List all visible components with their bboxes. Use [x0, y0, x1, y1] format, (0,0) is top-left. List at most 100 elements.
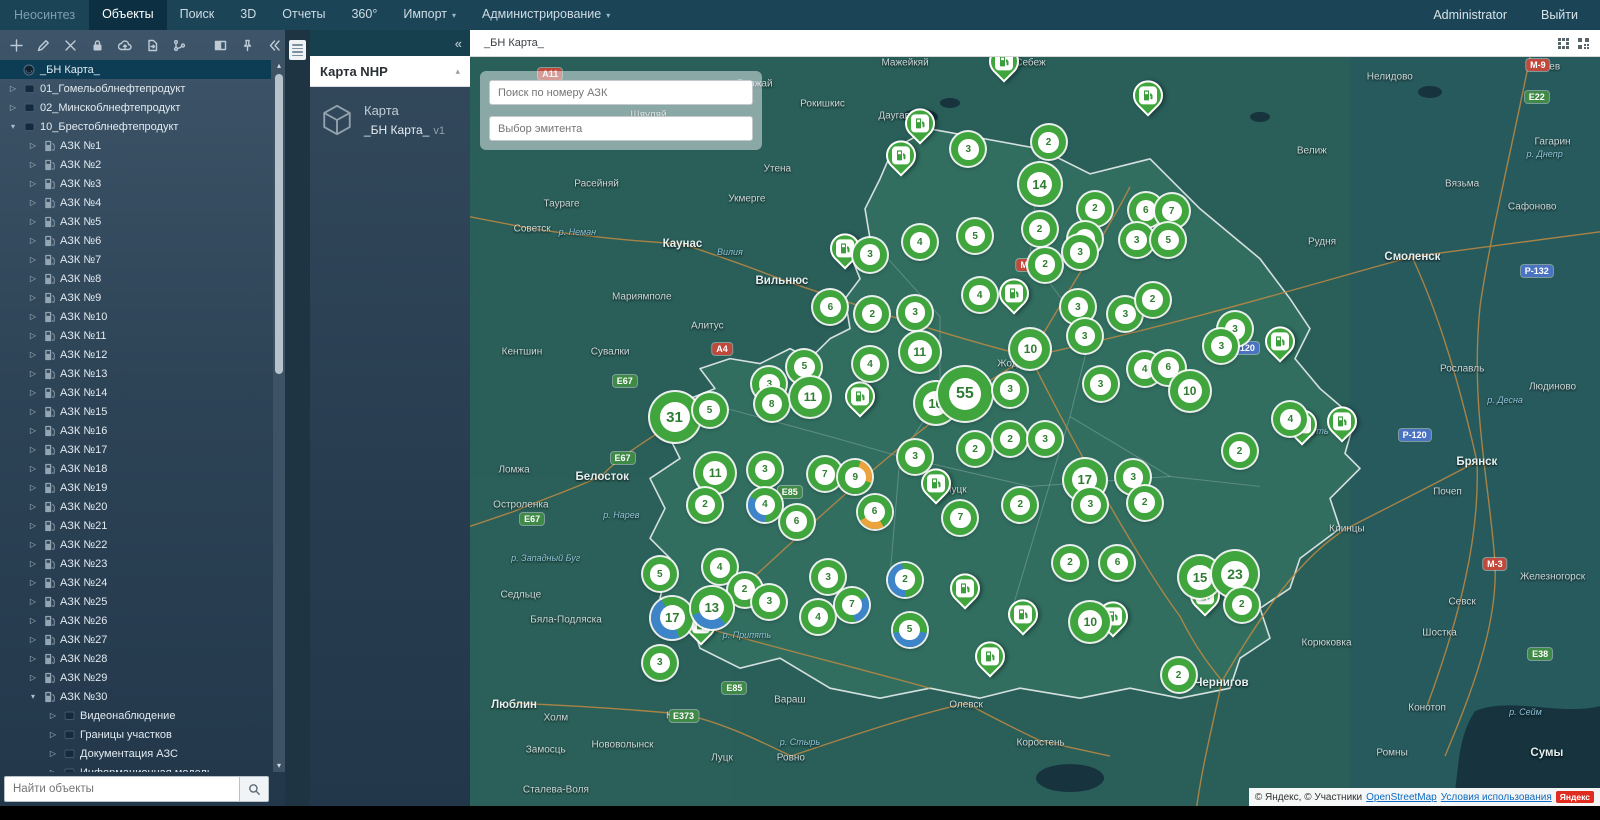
nav-item-3d[interactable]: 3D — [227, 0, 269, 31]
cluster-marker[interactable]: 2 — [1128, 486, 1162, 520]
tree-item[interactable]: ▷АЗК №14 — [0, 383, 271, 402]
cluster-marker[interactable]: 4 — [801, 600, 835, 634]
cluster-marker[interactable]: 2 — [1003, 488, 1037, 522]
grid-icon[interactable] — [1556, 36, 1570, 50]
lock-icon[interactable] — [91, 38, 104, 52]
tree-expand-arrow[interactable]: ▷ — [28, 540, 38, 549]
cluster-marker[interactable]: 13 — [691, 587, 733, 629]
cluster-marker[interactable]: 7 — [808, 457, 842, 491]
terms-link[interactable]: Условия использования — [1441, 792, 1552, 803]
gas-station-pin-marker[interactable] — [975, 641, 1005, 671]
tree-search-button[interactable] — [239, 776, 269, 802]
tree-item[interactable]: ▷АЗК №23 — [0, 554, 271, 573]
chevron-up-icon[interactable]: ▴ — [455, 66, 460, 77]
cluster-marker[interactable]: 2 — [1053, 546, 1087, 580]
tree-expand-arrow[interactable]: ▷ — [28, 217, 38, 226]
tree-expand-arrow[interactable]: ▷ — [28, 369, 38, 378]
split-panel-icon[interactable] — [214, 38, 227, 52]
cluster-marker[interactable]: 8 — [755, 387, 789, 421]
tree-expand-arrow[interactable]: ▷ — [28, 426, 38, 435]
nav-item-импорт[interactable]: Импорт▾ — [390, 0, 469, 31]
tree-item[interactable]: ▷АЗК №26 — [0, 611, 271, 630]
cluster-marker[interactable]: 6 — [780, 505, 814, 539]
gas-station-pin-marker[interactable] — [1265, 326, 1295, 356]
tree-expand-arrow[interactable]: ▷ — [28, 502, 38, 511]
cluster-marker[interactable]: 11 — [695, 453, 735, 493]
tree-expand-arrow[interactable]: ▷ — [28, 331, 38, 340]
branch-icon[interactable] — [173, 38, 186, 52]
tree-expand-arrow[interactable]: ▷ — [28, 635, 38, 644]
gas-station-pin-marker[interactable] — [999, 278, 1029, 308]
tree-expand-arrow[interactable]: ▷ — [28, 312, 38, 321]
cluster-marker[interactable]: 2 — [993, 422, 1027, 456]
edit-icon[interactable] — [37, 38, 50, 52]
tree-expand-arrow[interactable]: ▷ — [28, 445, 38, 454]
cluster-marker[interactable]: 5 — [893, 613, 927, 647]
cluster-marker[interactable]: 4 — [963, 278, 997, 312]
user-name[interactable]: Administrator — [1433, 8, 1507, 22]
tree-expand-arrow[interactable]: ▷ — [28, 350, 38, 359]
tree-expand-arrow[interactable]: ▷ — [28, 160, 38, 169]
tree-item[interactable]: ▷АЗК №20 — [0, 497, 271, 516]
tree-expand-arrow[interactable]: ▷ — [28, 407, 38, 416]
cluster-marker[interactable]: 4 — [903, 225, 937, 259]
osm-link[interactable]: OpenStreetMap — [1366, 792, 1437, 803]
tree-item[interactable]: ▷АЗК №5 — [0, 212, 271, 231]
cluster-marker[interactable]: 6 — [1100, 546, 1134, 580]
tree-scrollbar[interactable]: ▴ ▾ — [273, 60, 285, 772]
cluster-marker[interactable]: 31 — [650, 392, 700, 442]
cluster-marker[interactable]: 4 — [748, 488, 782, 522]
cluster-marker[interactable]: 3 — [643, 646, 677, 680]
tree-item[interactable]: ▷АЗК №17 — [0, 440, 271, 459]
tree-expand-arrow[interactable]: ▷ — [28, 464, 38, 473]
tree-item[interactable]: ▷АЗК №12 — [0, 345, 271, 364]
cluster-marker[interactable]: 2 — [1225, 588, 1259, 622]
nav-item-отчеты[interactable]: Отчеты — [269, 0, 338, 31]
gas-station-pin-marker[interactable] — [886, 141, 916, 171]
tree-item[interactable]: ▷Границы участков — [0, 725, 271, 744]
tree-expand-arrow[interactable]: ▷ — [28, 597, 38, 606]
card-map-name[interactable]: _БН Карта_ — [364, 123, 429, 137]
azk-number-search-input[interactable] — [489, 80, 753, 105]
cluster-marker[interactable]: 5 — [693, 393, 727, 427]
delete-icon[interactable] — [64, 38, 77, 52]
gas-station-pin-marker[interactable] — [989, 57, 1019, 76]
tree-expand-arrow[interactable]: ▷ — [28, 388, 38, 397]
cluster-marker[interactable]: 3 — [853, 238, 887, 272]
tree-item[interactable]: ▷АЗК №9 — [0, 288, 271, 307]
cluster-marker[interactable]: 6 — [858, 495, 892, 529]
pin-icon[interactable] — [241, 38, 254, 52]
map-card[interactable]: Карта _БН Карта_v1 — [320, 103, 460, 137]
tree-expand-arrow[interactable]: ▷ — [48, 749, 58, 758]
cluster-marker[interactable]: 6 — [813, 290, 847, 324]
tree-item[interactable]: ▷Информационная модель — [0, 763, 271, 772]
cluster-marker[interactable]: 2 — [688, 488, 722, 522]
cluster-marker[interactable]: 17 — [651, 597, 693, 639]
emitter-select-input[interactable] — [489, 116, 753, 141]
tree-expand-arrow[interactable]: ▷ — [28, 559, 38, 568]
tree-item[interactable]: ▷АЗК №25 — [0, 592, 271, 611]
cluster-marker[interactable]: 2 — [1023, 212, 1057, 246]
tree-expand-arrow[interactable]: ▷ — [48, 768, 58, 772]
tree-item[interactable]: ▷02_Минскоблнефтепродукт — [0, 98, 271, 117]
tree-item[interactable]: ▷АЗК №4 — [0, 193, 271, 212]
tree-item[interactable]: ▷АЗК №6 — [0, 231, 271, 250]
tree-item[interactable]: ▷АЗК №3 — [0, 174, 271, 193]
gas-station-pin-marker[interactable] — [950, 573, 980, 603]
gas-station-pin-marker[interactable] — [921, 468, 951, 498]
tree-search-input[interactable] — [4, 776, 239, 802]
tree-expand-arrow[interactable]: ▷ — [28, 141, 38, 150]
tree-item[interactable]: ▷Видеонаблюдение — [0, 706, 271, 725]
tree-expand-arrow[interactable]: ▷ — [28, 293, 38, 302]
tree-item[interactable]: ▷АЗК №15 — [0, 402, 271, 421]
cluster-marker[interactable]: 7 — [835, 588, 869, 622]
cluster-marker[interactable]: 11 — [790, 377, 830, 417]
tree-expand-arrow[interactable]: ▷ — [48, 711, 58, 720]
cluster-marker[interactable]: 2 — [1223, 434, 1257, 468]
cluster-marker[interactable]: 2 — [855, 297, 889, 331]
qr-icon[interactable] — [1576, 36, 1590, 50]
tree-item[interactable]: ▷АЗК №8 — [0, 269, 271, 288]
logout-link[interactable]: Выйти — [1541, 8, 1578, 22]
tree-item[interactable]: ▷АЗК №1 — [0, 136, 271, 155]
tree-item[interactable]: ▷АЗК №22 — [0, 535, 271, 554]
